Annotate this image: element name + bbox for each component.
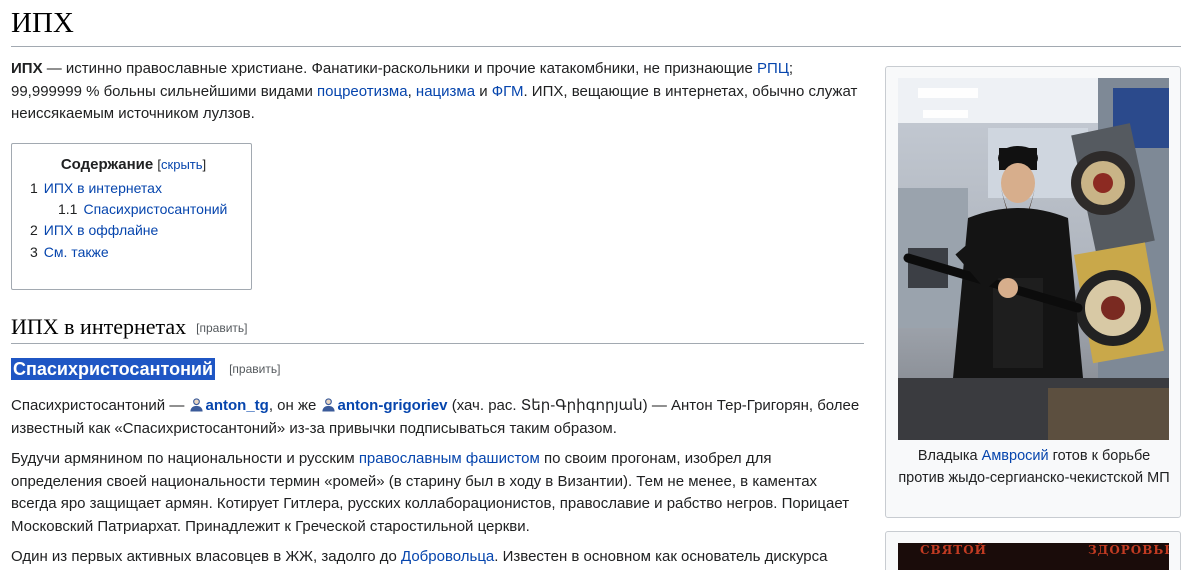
link-natsizm[interactable]: нацизма [416, 83, 475, 100]
toc-list: 1 ИПХ в интернетах 1.1 Спасихристосантоний… [30, 177, 237, 263]
link-orthodox-fascist[interactable]: православным фашистом [359, 450, 540, 467]
thumb2-label-left: СВЯТОЙ [920, 543, 987, 557]
subsection-title-selected: Спасихристосантоний [11, 358, 216, 380]
section-body: Спасихристосантоний — anton_tg, он же an… [11, 395, 866, 570]
table-of-contents: Содержание [скрыть] 1 ИПХ в интернетах 1.… [11, 143, 252, 290]
paragraph-3: Один из первых активных власовцев в ЖЖ, … [11, 548, 828, 565]
user-icon [321, 398, 335, 412]
link-ambrosiy[interactable]: Амвросий [982, 448, 1049, 464]
toc-hide-link[interactable]: скрыть [161, 157, 203, 172]
photo-2[interactable]: СВЯТОЙ ЗДОРОВЬЕ [898, 543, 1169, 570]
thumbnail-caption: Владыка Амвросий готов к борьбе против ж… [898, 448, 1170, 486]
paragraph-2: Будучи армянином по национальности и рус… [11, 450, 850, 535]
user-icon [189, 398, 203, 412]
photo-bishop-ambrosiy[interactable] [898, 78, 1169, 440]
link-potsreotizm[interactable]: поцреотизма [317, 83, 408, 100]
link-fgm[interactable]: ФГМ [492, 83, 524, 100]
toc-toggle[interactable]: [скрыть] [157, 157, 206, 172]
user-link-anton-tg[interactable]: anton_tg [206, 397, 269, 414]
section-heading-internet: ИПХ в интернетах [править] [11, 314, 864, 344]
link-rpc[interactable]: РПЦ [757, 60, 789, 77]
thumbnail-box-2: СВЯТОЙ ЗДОРОВЬЕ [885, 531, 1181, 570]
subsection-heading: Спасихристосантоний [править] [11, 358, 280, 385]
edit-section-link[interactable]: [править] [196, 321, 247, 335]
intro-paragraph: ИПХ — истинно православные христиане. Фа… [11, 60, 858, 122]
user-link-anton-grigoriev[interactable]: anton-grigoriev [338, 397, 448, 414]
thumb2-label-right: ЗДОРОВЬЕ [1088, 543, 1169, 557]
toc-item-2[interactable]: 2 ИПХ в оффлайне [30, 219, 237, 241]
toc-item-1[interactable]: 1 ИПХ в интернетах [30, 177, 237, 199]
toc-title: Содержание [60, 156, 154, 173]
edit-subsection-link[interactable]: [править] [229, 362, 280, 376]
paragraph-1: Спасихристосантоний — anton_tg, он же an… [11, 397, 860, 437]
toc-item-3[interactable]: 3 См. также [30, 241, 237, 263]
link-dobrovolets[interactable]: Добровольца [401, 548, 494, 565]
intro-lead: ИПХ [11, 60, 43, 77]
photo-image [898, 78, 1169, 440]
thumbnail-box: Владыка Амвросий готов к борьбе против ж… [885, 66, 1181, 518]
page-title: ИПХ [11, 6, 1181, 47]
toc-item-1-1[interactable]: 1.1 Спасихристосантоний [30, 199, 237, 219]
